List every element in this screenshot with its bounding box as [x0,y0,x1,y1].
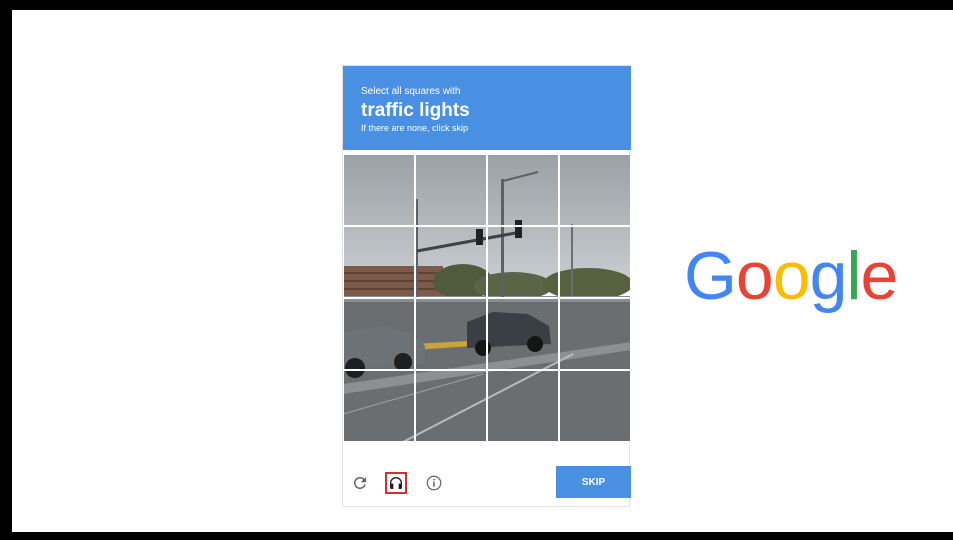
grid-tile[interactable] [559,154,631,226]
grid-tile[interactable] [487,226,559,298]
logo-letter: o [735,238,774,314]
logo-letter: g [809,238,848,314]
captcha-footer: SKIP [343,448,631,508]
grid-tile[interactable] [487,370,559,442]
headphones-icon[interactable] [385,472,407,494]
logo-letter: l [846,238,861,314]
grid-tile[interactable] [487,154,559,226]
logo-letter: o [772,238,811,314]
grid-tile[interactable] [415,298,487,370]
grid-tile[interactable] [343,154,415,226]
info-icon-glyph [426,475,442,491]
grid-tile[interactable] [415,154,487,226]
grid-tile[interactable] [343,370,415,442]
captcha-image-grid [343,154,631,442]
grid-tile[interactable] [559,298,631,370]
tile-grid [343,154,631,442]
grid-tile[interactable] [487,298,559,370]
headphones-icon-glyph [390,477,402,489]
captcha-target: traffic lights [361,100,470,121]
page-background: Select all squares with traffic lights I… [12,10,953,532]
info-icon[interactable] [423,472,445,494]
logo-letter: e [860,238,899,314]
logo-letter: G [684,238,737,314]
captcha-widget: Select all squares with traffic lights I… [342,65,631,508]
captcha-instruction: Select all squares with [361,86,461,97]
grid-tile[interactable] [343,298,415,370]
grid-tile[interactable] [559,370,631,442]
grid-tile[interactable] [415,370,487,442]
captcha-hint: If there are none, click skip [361,123,469,133]
grid-tile[interactable] [343,226,415,298]
reload-icon-glyph [353,477,366,489]
skip-button[interactable]: SKIP [556,466,631,498]
grid-tile[interactable] [559,226,631,298]
reload-icon[interactable] [349,472,371,494]
captcha-header: Select all squares with traffic lights I… [343,66,631,150]
grid-tile[interactable] [415,226,487,298]
google-logo: Google [684,236,899,316]
